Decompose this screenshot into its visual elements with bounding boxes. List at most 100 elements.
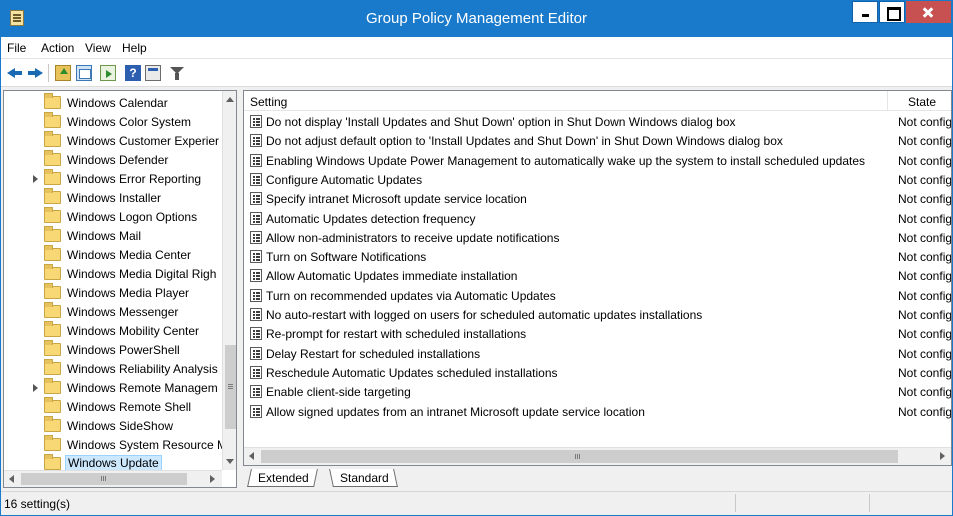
- tree-item[interactable]: Windows Mail: [4, 226, 222, 245]
- folder-icon: [44, 150, 61, 166]
- policy-state: Not config: [898, 288, 952, 303]
- tree-item[interactable]: Windows Remote Shell: [4, 397, 222, 416]
- expand-arrow-icon[interactable]: [33, 175, 38, 183]
- policy-row[interactable]: Automatic Updates detection frequency Not…: [244, 209, 951, 228]
- column-header-setting[interactable]: Setting: [250, 95, 287, 109]
- close-button[interactable]: [906, 1, 951, 23]
- policy-row[interactable]: Reschedule Automatic Updates scheduled i…: [244, 363, 951, 382]
- policy-setting-icon: [250, 288, 262, 302]
- up-folder-icon[interactable]: [55, 65, 71, 81]
- tree-item[interactable]: Windows Color System: [4, 112, 222, 131]
- policy-state: Not config: [898, 172, 952, 187]
- policy-row[interactable]: Specify intranet Microsoft update servic…: [244, 189, 951, 208]
- list-horizontal-scrollbar[interactable]: [244, 447, 951, 465]
- tree-item[interactable]: Windows SideShow: [4, 416, 222, 435]
- expand-arrow-icon[interactable]: [33, 384, 38, 392]
- folder-icon: [44, 340, 61, 356]
- scroll-up-icon[interactable]: [223, 91, 236, 108]
- policy-row[interactable]: Re-prompt for restart with scheduled ins…: [244, 324, 951, 343]
- maximize-button[interactable]: [879, 1, 905, 23]
- tree-vertical-scrollbar[interactable]: [222, 91, 236, 470]
- tree-item[interactable]: Windows System Resource M: [4, 435, 222, 454]
- folder-icon: [44, 397, 61, 413]
- tree-item-label: Windows SideShow: [67, 419, 174, 433]
- settings-list[interactable]: Setting State Do not display 'Install Up…: [243, 90, 952, 466]
- policy-row[interactable]: Allow Automatic Updates immediate instal…: [244, 266, 951, 285]
- folder-icon: [44, 321, 61, 337]
- menu-file[interactable]: File: [7, 41, 26, 55]
- scroll-right-icon[interactable]: [934, 448, 950, 465]
- policy-row[interactable]: No auto-restart with logged on users for…: [244, 305, 951, 324]
- tree-item[interactable]: Windows Calendar: [4, 93, 222, 112]
- tree-item[interactable]: Windows Customer Experier: [4, 131, 222, 150]
- scroll-right-icon[interactable]: [204, 471, 220, 487]
- tree-item[interactable]: Windows Media Center: [4, 245, 222, 264]
- tree-item-label: Windows Media Player: [67, 286, 190, 300]
- folder-icon: [44, 283, 61, 299]
- policy-state: Not config: [898, 211, 952, 226]
- policy-row[interactable]: Delay Restart for scheduled installation…: [244, 344, 951, 363]
- policy-setting-name: Automatic Updates detection frequency: [266, 211, 476, 226]
- policy-row[interactable]: Enabling Windows Update Power Management…: [244, 151, 951, 170]
- column-header-state[interactable]: State: [908, 95, 936, 109]
- column-divider[interactable]: [887, 91, 888, 111]
- tree-item[interactable]: Windows Media Digital Righ: [4, 264, 222, 283]
- scroll-thumb[interactable]: [21, 473, 187, 485]
- policy-row[interactable]: Allow signed updates from an intranet Mi…: [244, 402, 951, 421]
- title-bar[interactable]: Group Policy Management Editor: [1, 1, 952, 37]
- tab-standard[interactable]: Standard: [329, 469, 398, 487]
- scroll-thumb[interactable]: [225, 345, 236, 429]
- policy-setting-icon: [250, 269, 262, 283]
- menu-help[interactable]: Help: [122, 41, 147, 55]
- tree-item[interactable]: Windows Remote Managem: [4, 378, 222, 397]
- folder-icon: [44, 435, 61, 451]
- tree-item[interactable]: Windows Mobility Center: [4, 321, 222, 340]
- policy-row[interactable]: Enable client-side targeting Not config: [244, 382, 951, 401]
- policy-state: Not config: [898, 327, 952, 342]
- policy-row[interactable]: Turn on Software Notifications Not config: [244, 247, 951, 266]
- tree-item-label: Windows Installer: [67, 191, 162, 205]
- help-icon[interactable]: ?: [125, 65, 141, 81]
- policy-row[interactable]: Allow non-administrators to receive upda…: [244, 228, 951, 247]
- policy-state: Not config: [898, 365, 952, 380]
- status-bar: 16 setting(s): [1, 491, 952, 515]
- tree-item[interactable]: Windows PowerShell: [4, 340, 222, 359]
- folder-icon: [44, 188, 61, 204]
- tab-standard-label: Standard: [340, 471, 389, 485]
- policy-setting-icon: [250, 115, 262, 128]
- properties-icon[interactable]: [145, 65, 161, 81]
- policy-row[interactable]: Do not display 'Install Updates and Shut…: [244, 112, 951, 131]
- filter-icon[interactable]: [169, 65, 185, 81]
- back-icon[interactable]: [7, 65, 23, 81]
- policy-state: Not config: [898, 269, 952, 284]
- tree-horizontal-scrollbar[interactable]: [4, 470, 222, 487]
- scroll-thumb[interactable]: [261, 450, 898, 463]
- tree-item-label: Windows Media Center: [67, 248, 192, 262]
- policy-setting-name: Do not adjust default option to 'Install…: [266, 134, 783, 149]
- menu-view[interactable]: View: [85, 41, 111, 55]
- policy-state: Not config: [898, 230, 952, 245]
- show-console-tree-icon[interactable]: [76, 65, 92, 81]
- menu-action[interactable]: Action: [41, 41, 74, 55]
- scroll-left-icon[interactable]: [244, 448, 260, 465]
- tree-item[interactable]: Windows Messenger: [4, 302, 222, 321]
- tree-item[interactable]: Windows Defender: [4, 150, 222, 169]
- export-list-icon[interactable]: [100, 65, 116, 81]
- policy-setting-icon: [250, 192, 262, 206]
- policy-row[interactable]: Do not adjust default option to 'Install…: [244, 131, 951, 150]
- forward-icon[interactable]: [27, 65, 43, 81]
- policy-row[interactable]: Configure Automatic Updates Not config: [244, 170, 951, 189]
- tree-item[interactable]: Windows Logon Options: [4, 207, 222, 226]
- tree-item[interactable]: Windows Reliability Analysis: [4, 359, 222, 378]
- minimize-button[interactable]: [852, 1, 878, 23]
- tab-extended[interactable]: Extended: [247, 469, 318, 487]
- policy-row[interactable]: Turn on recommended updates via Automati…: [244, 286, 951, 305]
- view-tabs: Extended Standard: [243, 467, 952, 489]
- scroll-down-icon[interactable]: [223, 453, 236, 470]
- tree-item[interactable]: Windows Media Player: [4, 283, 222, 302]
- console-tree[interactable]: Windows Calendar Windows Color System Wind…: [3, 90, 237, 488]
- tree-item[interactable]: Windows Error Reporting: [4, 169, 222, 188]
- policy-setting-name: No auto-restart with logged on users for…: [266, 308, 703, 322]
- tree-item[interactable]: Windows Installer: [4, 188, 222, 207]
- scroll-left-icon[interactable]: [4, 471, 20, 487]
